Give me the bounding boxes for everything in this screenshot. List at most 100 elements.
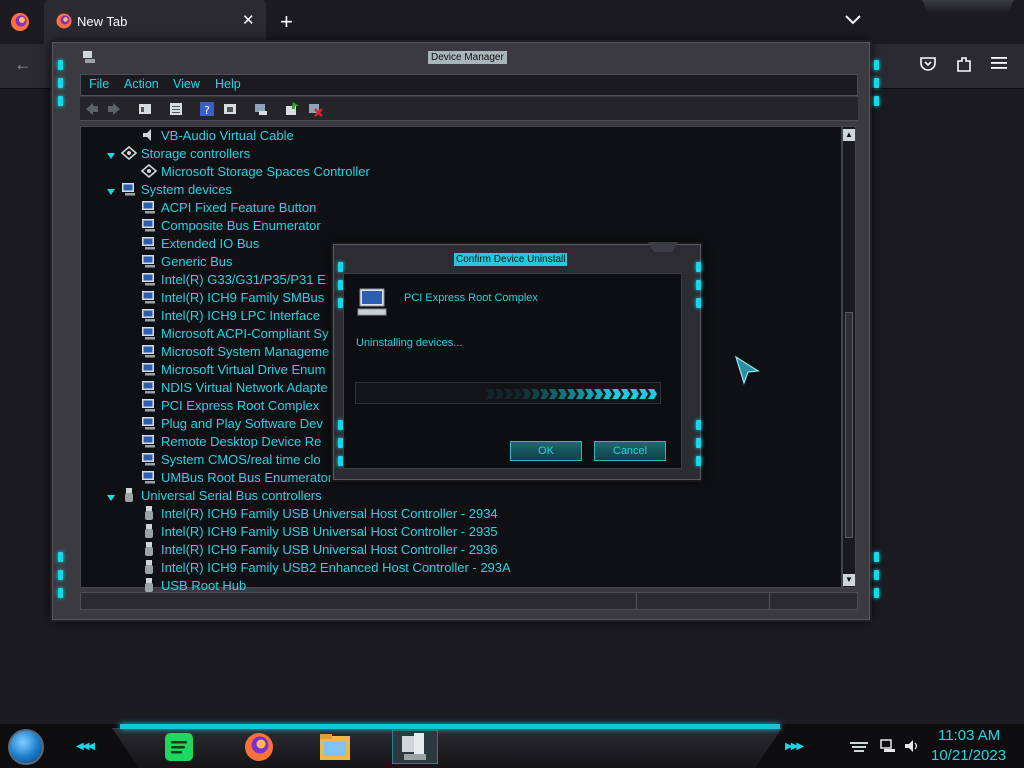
tree-item-label: Microsoft Virtual Drive Enum [161, 362, 326, 377]
tree-device[interactable]: ACPI Fixed Feature Button [141, 200, 316, 218]
tree-device[interactable]: Intel(R) ICH9 Family USB2 Enhanced Host … [141, 560, 511, 578]
menu-view[interactable]: View [173, 77, 200, 91]
spotify-icon[interactable] [156, 730, 202, 764]
pocket-icon[interactable] [919, 55, 937, 73]
tree-device[interactable]: Microsoft Storage Spaces Controller [141, 164, 370, 182]
frame-led [58, 570, 63, 580]
dialog-title: Confirm Device Uninstall [454, 253, 568, 266]
mouse-cursor-icon [734, 355, 760, 385]
progress-chevron [630, 389, 639, 399]
tree-device[interactable]: Intel(R) ICH9 Family SMBus [141, 290, 324, 308]
expand-caret-icon[interactable] [106, 493, 116, 503]
tree-item-label: Intel(R) ICH9 Family USB2 Enhanced Host … [161, 560, 511, 575]
forward-arrow-icon[interactable] [106, 101, 122, 117]
progress-chevron [513, 389, 522, 399]
hamburger-menu-icon[interactable] [991, 56, 1007, 70]
tree-device[interactable]: VB-Audio Virtual Cable [141, 128, 294, 146]
start-button[interactable] [8, 729, 44, 765]
computer-icon [142, 399, 155, 412]
tree-category[interactable]: System devices [121, 182, 232, 200]
tree-item-label: Microsoft System Manageme [161, 344, 330, 359]
file-explorer-icon[interactable] [312, 730, 358, 764]
tree-device[interactable]: Microsoft ACPI-Compliant Sy [141, 326, 329, 344]
tree-item-label: Extended IO Bus [161, 236, 260, 251]
frame-led [874, 78, 879, 88]
tree-device[interactable]: Plug and Play Software Dev [141, 416, 323, 434]
scan-hardware-icon[interactable] [253, 101, 269, 117]
frame-led [874, 96, 879, 106]
progress-chevron [576, 389, 585, 399]
tree-device[interactable]: Microsoft System Manageme [141, 344, 329, 362]
tree-item-label: Remote Desktop Device Re [161, 434, 322, 449]
tree-device[interactable]: Microsoft Virtual Drive Enum [141, 362, 325, 380]
tree-device[interactable]: Intel(R) G33/G31/P35/P31 E [141, 272, 326, 290]
tree-category[interactable]: Storage controllers [121, 146, 250, 164]
chevron-down-icon[interactable] [844, 14, 862, 26]
scrollbar-thumb[interactable] [845, 312, 853, 538]
status-divider [636, 593, 637, 609]
expand-caret-icon[interactable] [106, 151, 116, 161]
menu-help[interactable]: Help [215, 77, 241, 91]
volume-icon[interactable] [904, 739, 920, 753]
frame-led [696, 438, 701, 448]
details-icon[interactable] [168, 101, 184, 117]
clock-time[interactable]: 11:03 AM [938, 727, 1000, 744]
progress-chevron [639, 389, 648, 399]
tree-device[interactable]: Generic Bus [141, 254, 233, 272]
network-icon[interactable] [880, 739, 896, 753]
clock-date[interactable]: 10/21/2023 [931, 747, 1006, 764]
tree-device[interactable]: Intel(R) ICH9 Family USB Universal Host … [141, 542, 498, 560]
svg-text:?: ? [204, 104, 210, 117]
expand-caret-icon[interactable] [106, 187, 116, 197]
tree-device[interactable]: Extended IO Bus [141, 236, 259, 254]
progress-chevron [585, 389, 594, 399]
progress-chevron [603, 389, 612, 399]
cancel-button[interactable]: Cancel [594, 441, 666, 461]
scroll-down-button[interactable]: ▼ [843, 574, 855, 586]
tree-category[interactable]: Universal Serial Bus controllers [121, 488, 322, 506]
tree-device[interactable]: Intel(R) ICH9 Family USB Universal Host … [141, 506, 498, 524]
action-center-icon[interactable] [850, 742, 868, 752]
scroll-up-button[interactable]: ▲ [843, 129, 855, 141]
tree-device[interactable]: Remote Desktop Device Re [141, 434, 321, 452]
computer-icon [142, 291, 155, 304]
firefox-menu-icon[interactable] [10, 12, 30, 32]
progress-chevron [540, 389, 549, 399]
tree-device[interactable]: System CMOS/real time clo [141, 452, 321, 470]
new-tab-button[interactable]: + [280, 9, 293, 35]
uninstall-device-icon[interactable] [307, 101, 323, 117]
storage-icon [121, 146, 137, 160]
tree-device[interactable]: NDIS Virtual Network Adapte [141, 380, 328, 398]
tree-item-label: USB Root Hub [161, 578, 247, 593]
back-arrow-icon[interactable] [84, 101, 100, 117]
view-icon[interactable] [222, 101, 238, 117]
tree-device[interactable]: Composite Bus Enumerator [141, 218, 321, 236]
ok-button[interactable]: OK [510, 441, 582, 461]
update-driver-icon[interactable] [284, 101, 300, 117]
tree-item-label: Plug and Play Software Dev [161, 416, 323, 431]
storage-icon [141, 164, 157, 178]
window-title: Device Manager [428, 51, 507, 64]
taskbar-decoration [112, 728, 782, 768]
firefox-icon[interactable] [236, 730, 282, 764]
tree-device[interactable]: Intel(R) ICH9 LPC Interface [141, 308, 320, 326]
computer-icon [142, 453, 155, 466]
tree-device[interactable]: USB Root Hub [141, 578, 246, 596]
computer-icon [142, 363, 155, 376]
tab-new-tab[interactable]: New Tab ✕ [44, 0, 266, 44]
tree-device[interactable]: PCI Express Root Complex [141, 398, 319, 416]
progress-chevron [531, 389, 540, 399]
tree-device[interactable]: UMBus Root Bus Enumerator [141, 470, 332, 488]
progress-chevron [504, 389, 513, 399]
help-icon[interactable]: ? [199, 101, 215, 117]
tree-item-label: PCI Express Root Complex [161, 398, 320, 413]
extensions-icon[interactable] [955, 55, 973, 73]
device-manager-icon[interactable] [392, 730, 438, 764]
tab-close-button[interactable]: ✕ [242, 11, 255, 29]
properties-icon[interactable] [137, 101, 153, 117]
tree-device[interactable]: Intel(R) ICH9 Family USB Universal Host … [141, 524, 498, 542]
menu-action[interactable]: Action [124, 77, 159, 91]
back-button[interactable]: ← [14, 54, 32, 75]
frame-led [874, 552, 879, 562]
menu-file[interactable]: File [89, 77, 109, 91]
